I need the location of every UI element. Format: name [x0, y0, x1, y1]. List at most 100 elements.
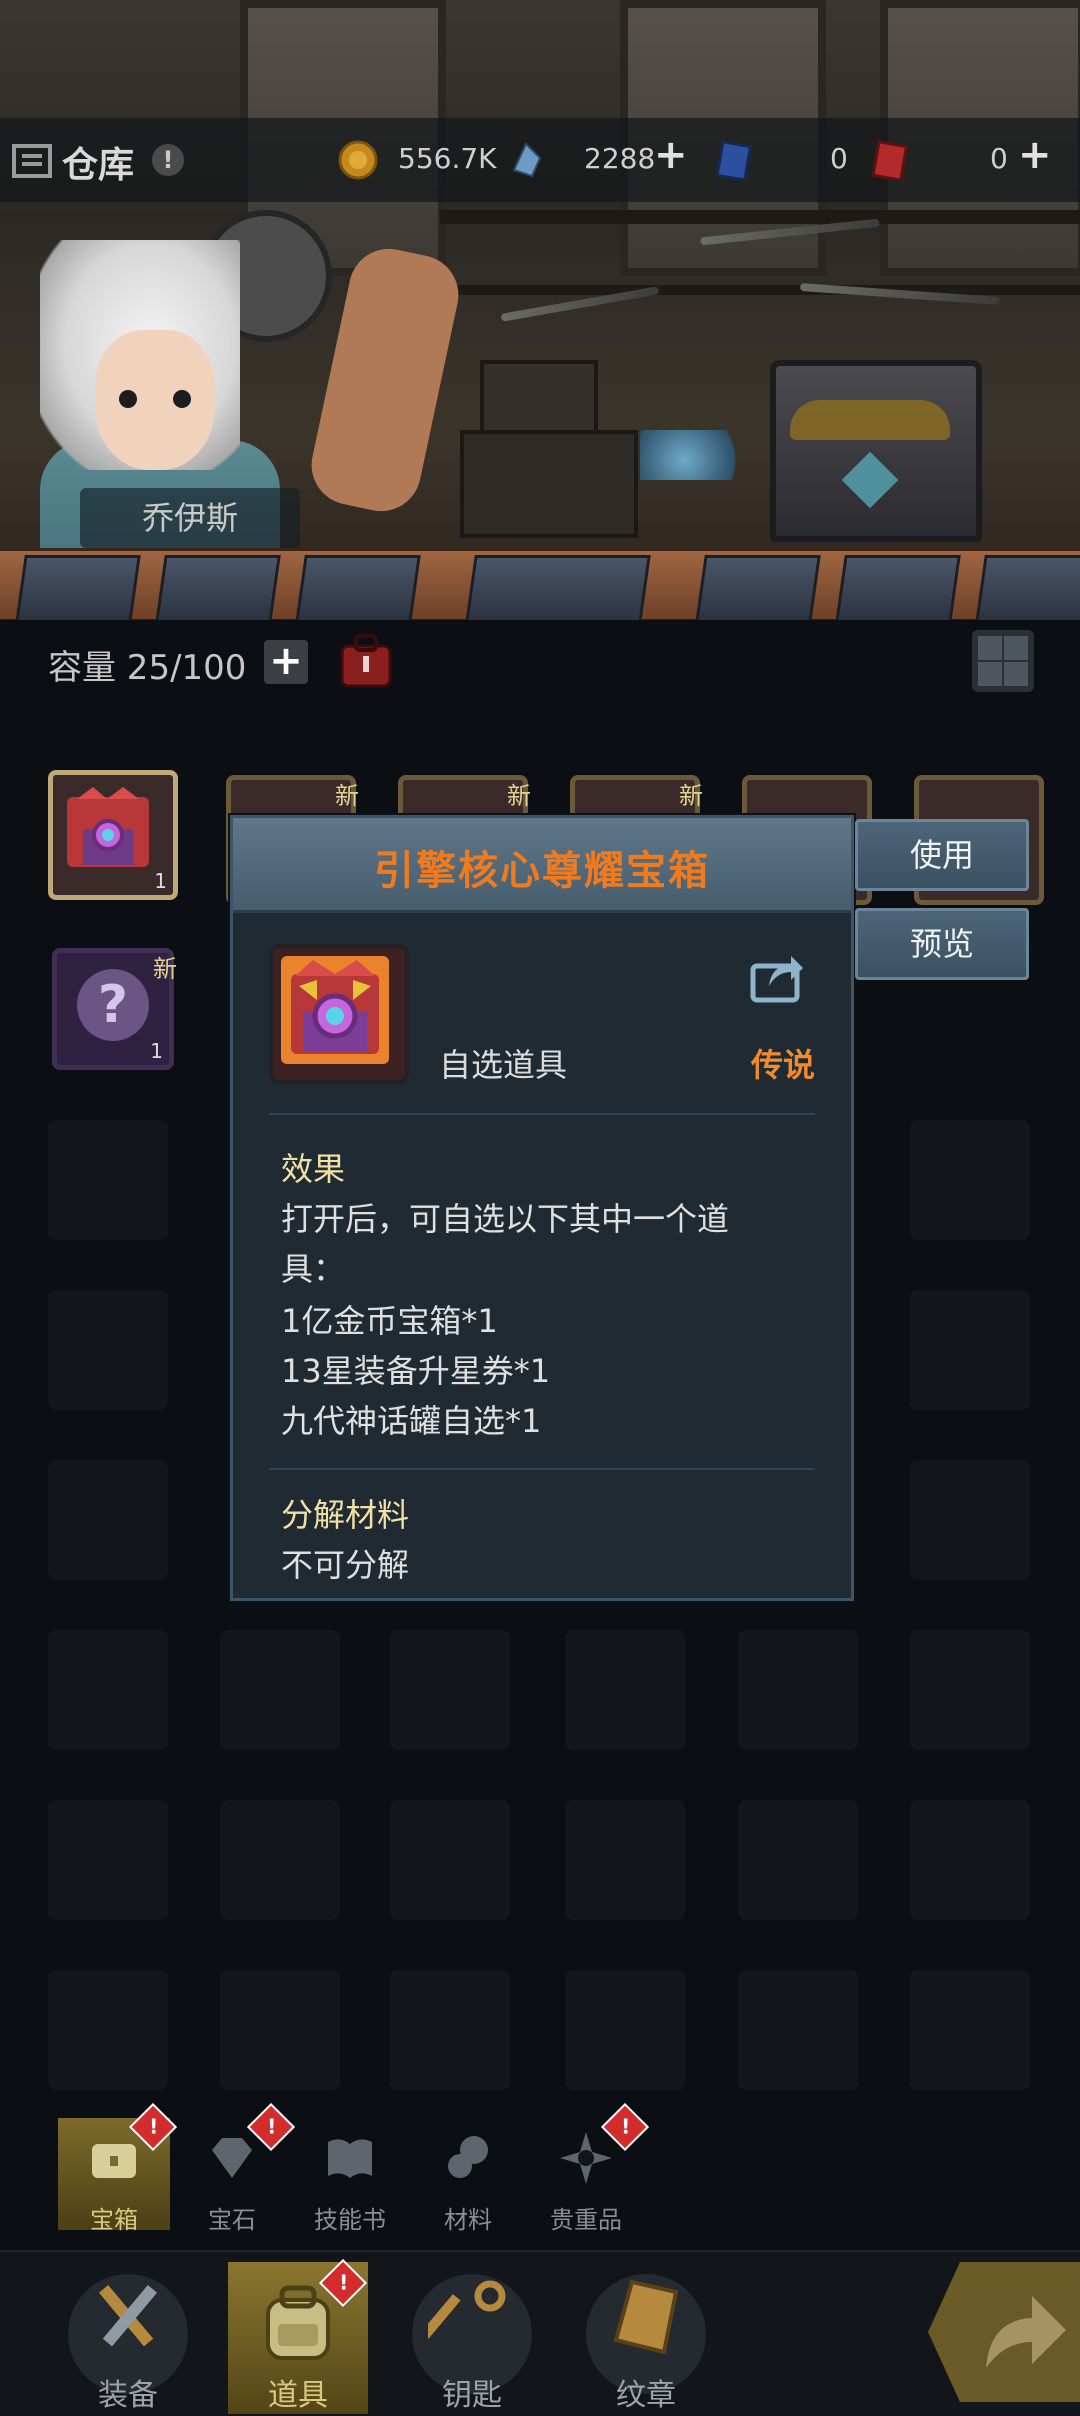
- empty-slot[interactable]: [565, 1970, 685, 2090]
- add-ticket-button[interactable]: +: [1018, 132, 1052, 178]
- chest-icon: [92, 2144, 136, 2178]
- empty-slot[interactable]: [565, 1800, 685, 1920]
- valuables-icon: [560, 2132, 612, 2184]
- character-face: [95, 330, 215, 470]
- blue-ticket-amount: 0: [830, 142, 848, 175]
- item-icon-frame: [269, 944, 409, 1084]
- crossed-weapons-icon: [98, 2285, 158, 2347]
- empty-slot[interactable]: [390, 1970, 510, 2090]
- effect-line: 打开后，可自选以下其中一个道: [281, 1200, 730, 1238]
- effect-line: 1亿金币宝箱*1: [281, 1302, 498, 1340]
- engine-core-chest-icon: [67, 787, 149, 867]
- empty-slot[interactable]: [48, 1970, 168, 2090]
- red-ticket-amount: 0: [990, 142, 1008, 175]
- empty-slot[interactable]: [910, 1290, 1030, 1410]
- gem-icon: [212, 2138, 252, 2178]
- shelf-brick: [15, 555, 141, 620]
- wooden-crate: [460, 430, 638, 538]
- empty-slot[interactable]: [565, 1630, 685, 1750]
- empty-slot[interactable]: [48, 1290, 168, 1410]
- nav-items[interactable]: 道具 !: [228, 2258, 368, 2414]
- shelf-brick: [465, 555, 651, 620]
- crystal-amount: 2288: [584, 142, 656, 175]
- empty-slot[interactable]: [390, 1800, 510, 1920]
- material-icon: [448, 2136, 488, 2178]
- gold-amount: 556.7K: [398, 142, 497, 175]
- warehouse-icon: [12, 144, 52, 178]
- nav-equipment[interactable]: 装备: [58, 2262, 198, 2414]
- engine-core-chest-icon: [291, 960, 379, 1054]
- shelf-brick: [295, 555, 421, 620]
- use-button[interactable]: 使用: [855, 819, 1029, 891]
- empty-slot[interactable]: [738, 1630, 858, 1750]
- forward-arrow-button[interactable]: [928, 2262, 1080, 2402]
- item-rarity: 传说: [750, 1046, 815, 1084]
- bag-icon[interactable]: [336, 632, 396, 690]
- empty-slot[interactable]: [48, 1460, 168, 1580]
- empty-slot[interactable]: [738, 1800, 858, 1920]
- empty-slot[interactable]: [220, 1630, 340, 1750]
- item-count: 1: [150, 1039, 163, 1063]
- nav-label: 装备: [98, 2378, 158, 2413]
- empty-slot[interactable]: [220, 1800, 340, 1920]
- nav-emblem[interactable]: 纹章: [576, 2262, 716, 2414]
- empty-slot[interactable]: [390, 1630, 510, 1750]
- preview-button[interactable]: 预览: [855, 908, 1029, 980]
- empty-slot[interactable]: [910, 1970, 1030, 2090]
- blue-ticket-icon: [715, 140, 753, 180]
- page-title: 仓库: [62, 145, 135, 186]
- nav-label: 道具: [268, 2378, 328, 2413]
- empty-slot[interactable]: [48, 1800, 168, 1920]
- new-badge: 新: [679, 782, 703, 810]
- nav-label: 纹章: [616, 2378, 676, 2413]
- category-tab-valuables[interactable]: 贵重品 !: [530, 2102, 650, 2234]
- effect-line: 13星装备升星券*1: [281, 1352, 551, 1390]
- weapon-rack: [440, 210, 1080, 224]
- emblem-icon: [613, 2279, 679, 2355]
- decompose-value: 不可分解: [281, 1546, 410, 1584]
- weapon-rack: [440, 285, 1080, 295]
- book-icon: [328, 2139, 372, 2178]
- empty-slot[interactable]: [910, 1800, 1030, 1920]
- character-name: 乔伊斯: [80, 488, 300, 548]
- small-chest: [480, 360, 598, 438]
- category-tab-gem[interactable]: 宝石 !: [176, 2102, 296, 2234]
- category-tab-material[interactable]: 材料: [412, 2118, 524, 2234]
- shelf-brick: [695, 555, 821, 620]
- category-label: 宝石: [208, 2206, 256, 2234]
- empty-slot[interactable]: [910, 1120, 1030, 1240]
- grid-view-toggle[interactable]: [972, 630, 1034, 692]
- empty-slot[interactable]: [738, 1970, 858, 2090]
- empty-slot[interactable]: [220, 1970, 340, 2090]
- info-icon[interactable]: !: [152, 144, 184, 176]
- capacity-label: 容量 25/100: [48, 648, 247, 688]
- inventory-slot-selected[interactable]: 1: [48, 770, 178, 900]
- crystal-icon: [512, 142, 542, 178]
- empty-slot[interactable]: [48, 1120, 168, 1240]
- gold-pile: [790, 400, 950, 440]
- arrow-right-icon: [986, 2296, 1066, 2368]
- category-tab-skillbook[interactable]: 技能书: [294, 2118, 406, 2234]
- key-icon: [428, 2280, 506, 2339]
- empty-slot[interactable]: [910, 1630, 1030, 1750]
- new-badge: 新: [507, 782, 531, 810]
- empty-slot[interactable]: [48, 1630, 168, 1750]
- inventory-slot[interactable]: ? 新 1: [52, 948, 177, 1070]
- shelf-brick: [835, 555, 961, 620]
- treasure-chest: [770, 360, 982, 542]
- warehouse-scene: 乔伊斯: [0, 0, 1080, 620]
- category-label: 宝箱: [90, 2206, 138, 2234]
- category-tab-chest[interactable]: 宝箱 !: [58, 2102, 178, 2234]
- decompose-title: 分解材料: [281, 1496, 410, 1534]
- red-ticket-icon: [871, 140, 909, 180]
- crystal-pile: [640, 430, 750, 480]
- category-label: 技能书: [314, 2206, 386, 2234]
- empty-slot[interactable]: [910, 1460, 1030, 1580]
- item-detail-popup: 引擎核心尊耀宝箱 自选道具 传说 效果 打开后，可自选以下其中一个道 具： 1亿…: [230, 815, 854, 1601]
- share-icon[interactable]: [747, 948, 807, 1008]
- expand-capacity-button[interactable]: +: [264, 640, 308, 684]
- nav-label: 钥匙: [442, 2378, 502, 2413]
- category-label: 贵重品: [550, 2206, 622, 2234]
- nav-keys[interactable]: 钥匙: [402, 2262, 542, 2414]
- add-crystal-button[interactable]: +: [654, 132, 688, 178]
